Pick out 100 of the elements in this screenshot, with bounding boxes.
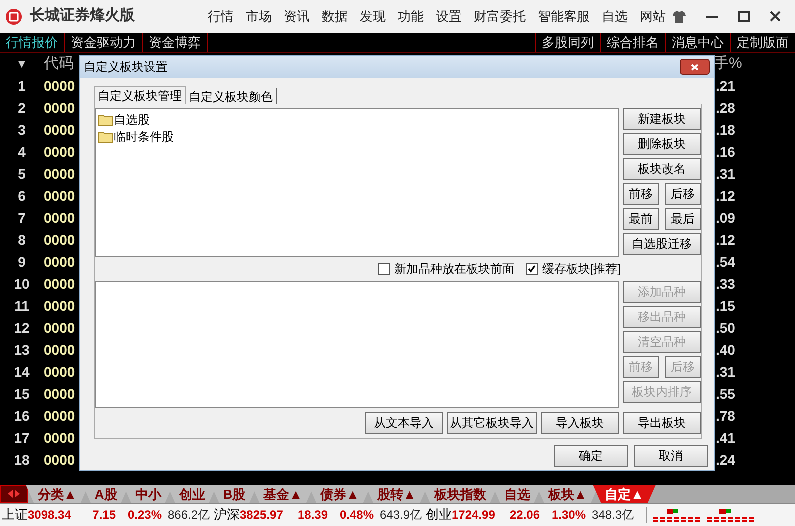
table-cell-text: .12 (716, 186, 736, 206)
dialog-tab[interactable]: 自定义板块颜色 (186, 88, 277, 104)
row-number: 11 (14, 296, 30, 316)
table-cell-text: .50 (716, 318, 736, 338)
turnover: 643.9亿 (378, 507, 422, 524)
dialog-button[interactable]: 导出板块 (623, 412, 701, 434)
dialog-button[interactable]: 删除板块 (623, 133, 701, 155)
stock-code: 0000 (44, 340, 76, 360)
index-change: 7.15 (92, 507, 116, 524)
checkbox-label: 缓存板块[推荐] (542, 261, 621, 278)
stock-code: 0000 (44, 120, 76, 140)
sort-marker[interactable]: ▼ (0, 55, 44, 73)
dialog-button[interactable]: 后移 (665, 183, 701, 205)
view-tab[interactable]: 多股同列 (535, 32, 600, 52)
row-number: 10 (13, 274, 31, 294)
dialog-button[interactable]: 导入板块 (541, 412, 619, 434)
row-number: 16 (13, 406, 31, 426)
stock-code: 0000 (44, 186, 76, 206)
stock-code: 0000 (44, 76, 76, 96)
row-number: 6 (17, 186, 27, 206)
index-percent: 0.23% (126, 507, 162, 524)
dialog-button[interactable]: 从文本导入 (365, 412, 443, 434)
stock-code: 0000 (44, 252, 76, 272)
column-header[interactable]: 手% (714, 52, 795, 76)
menu-item[interactable]: 财富委托 (468, 6, 532, 26)
turnover: 348.3亿 (590, 507, 634, 524)
row-number: 4 (17, 142, 27, 162)
stock-code: 0000 (44, 296, 76, 316)
row-number: 1 (17, 76, 27, 96)
category-tab[interactable]: 自定▲ (593, 485, 656, 503)
dialog-button[interactable]: 板块改名 (623, 158, 701, 180)
table-cell-text: .12 (716, 230, 736, 250)
table-cell-text: .31 (716, 164, 736, 184)
dialog-button[interactable]: 从其它板块导入 (447, 412, 537, 434)
dialog-button[interactable]: 最前 (623, 208, 659, 230)
table-cell-text: .15 (716, 296, 736, 316)
row-number: 12 (13, 318, 31, 338)
index-value: 3825.97 (240, 507, 284, 524)
column-header[interactable]: 代码 (44, 52, 74, 76)
table-cell-text: .55 (716, 384, 736, 404)
table-cell-text: .41 (716, 428, 736, 448)
menu-item[interactable]: 数据 (316, 6, 354, 26)
menu-item[interactable]: 智能客服 (532, 6, 596, 26)
menu-item[interactable]: 资讯 (278, 6, 316, 26)
view-tab[interactable]: 行情报价 (0, 32, 65, 52)
dialog-tab[interactable]: 自定义板块管理 (94, 86, 186, 104)
row-number: 8 (17, 230, 27, 250)
row-number: 7 (17, 208, 27, 228)
tree-item[interactable]: 临时条件股 (114, 128, 174, 146)
menu-item[interactable]: 网站 (634, 6, 672, 26)
index-percent: 0.48% (338, 507, 374, 524)
index-value: 3098.34 (28, 507, 72, 524)
index-name: 沪深 (214, 506, 240, 524)
index-name: 上证 (2, 506, 28, 524)
menu-item[interactable]: 市场 (240, 6, 278, 26)
tree-item[interactable]: 自选股 (114, 110, 150, 128)
dialog-button[interactable]: 前移 (623, 183, 659, 205)
row-number: 18 (13, 450, 31, 470)
dialog-button[interactable]: 自选股迁移 (623, 233, 701, 255)
dialog-button[interactable]: 最后 (665, 208, 701, 230)
table-cell-text: .24 (716, 450, 736, 470)
menu-item[interactable]: 功能 (392, 6, 430, 26)
stock-code: 0000 (44, 208, 76, 228)
turnover: 866.2亿 (166, 507, 210, 524)
index-percent: 1.30% (550, 507, 586, 524)
table-cell-text: .21 (716, 76, 736, 96)
menu-item[interactable]: 行情 (202, 6, 240, 26)
stock-code: 0000 (44, 406, 76, 426)
row-number: 2 (17, 98, 27, 118)
index-name: 创业 (426, 506, 452, 524)
table-cell-text: .33 (716, 274, 736, 294)
stock-code: 0000 (44, 230, 76, 250)
stock-code: 0000 (44, 142, 76, 162)
row-number: 5 (17, 164, 27, 184)
checkbox-label: 新加品种放在板块前面 (394, 261, 514, 278)
table-cell-text: .09 (716, 208, 736, 228)
menu-item[interactable]: 自选 (596, 6, 634, 26)
stock-code: 0000 (44, 362, 76, 382)
view-tab[interactable]: 资金博弈 (143, 32, 208, 52)
stock-code: 0000 (44, 164, 76, 184)
app-title: 长城证券烽火版 (30, 6, 136, 26)
stock-code: 0000 (44, 384, 76, 404)
index-change: 18.39 (296, 507, 328, 524)
view-tab[interactable]: 定制版面 (730, 32, 795, 52)
row-number: 14 (13, 362, 31, 382)
menu-item[interactable]: 发现 (354, 6, 392, 26)
dialog-button[interactable]: 确定 (554, 445, 628, 467)
view-tab[interactable]: 综合排名 (600, 32, 665, 52)
stock-code: 0000 (44, 428, 76, 448)
dialog-button[interactable]: 取消 (634, 445, 708, 467)
row-number: 9 (17, 252, 27, 272)
dialog-button[interactable]: 新建板块 (623, 108, 701, 130)
stock-code: 0000 (44, 98, 76, 118)
stock-code: 0000 (44, 274, 76, 294)
dialog-title: 自定义板块设置 (84, 59, 168, 76)
index-value: 1724.99 (452, 507, 496, 524)
view-tab[interactable]: 消息中心 (665, 32, 730, 52)
table-cell-text: .28 (716, 98, 736, 118)
view-tab[interactable]: 资金驱动力 (65, 32, 143, 52)
menu-item[interactable]: 设置 (430, 6, 468, 26)
